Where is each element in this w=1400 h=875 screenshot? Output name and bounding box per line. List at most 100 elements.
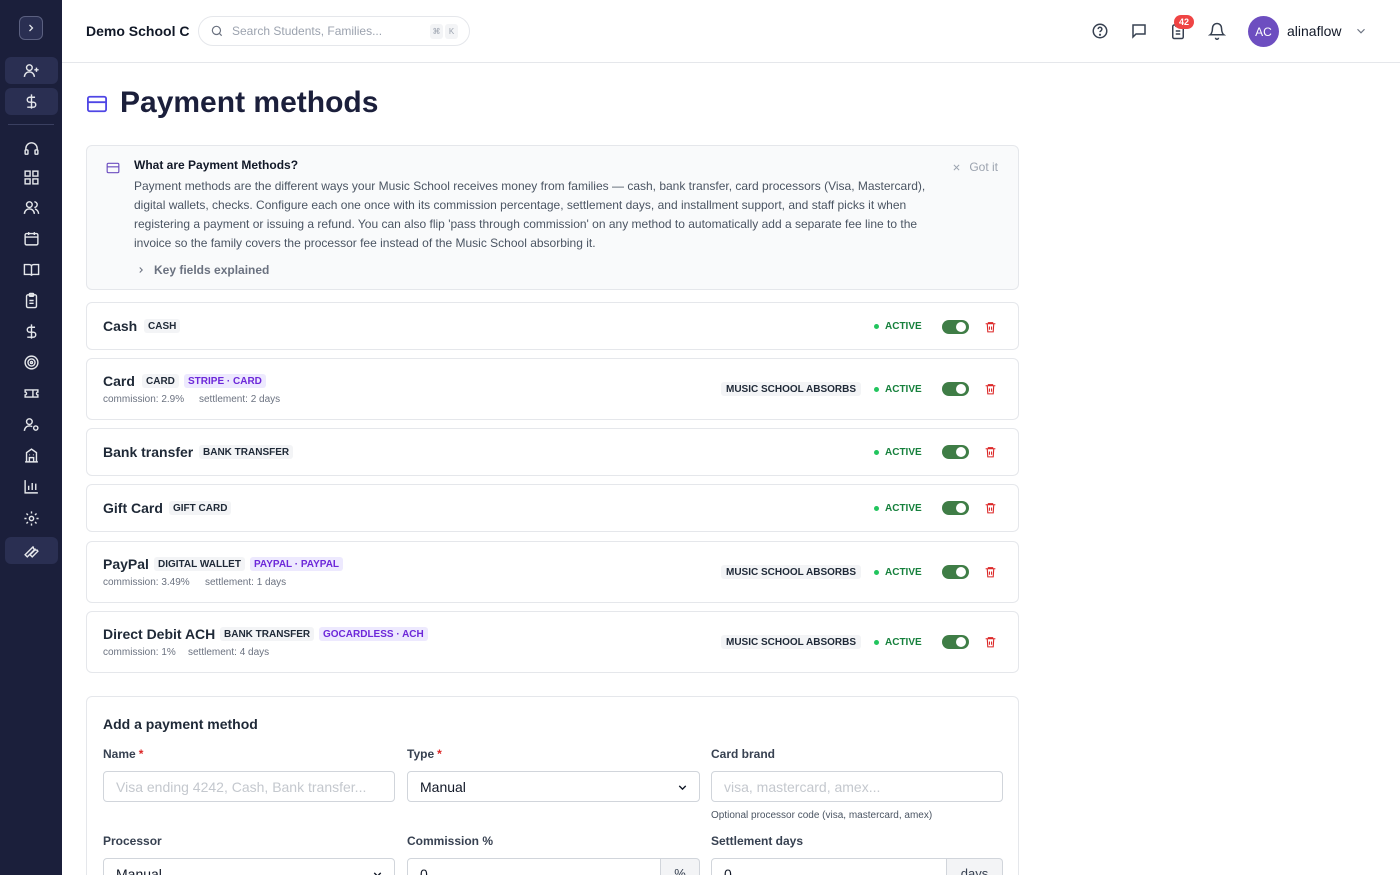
key-fields-label: Key fields explained	[154, 263, 270, 277]
name-label-text: Name	[103, 747, 136, 761]
search-box[interactable]: ⌘ K	[198, 16, 470, 46]
processor-label: Processor	[103, 834, 162, 848]
grid-icon	[24, 170, 39, 185]
top-header: Demo School C ⌘ K 42 AC alinaflow	[62, 0, 1400, 63]
settlement-suffix: days	[947, 858, 1003, 875]
sidebar-expand-button[interactable]	[19, 16, 43, 40]
type-tag: CASH	[144, 319, 181, 333]
school-name[interactable]: Demo School C	[86, 23, 189, 39]
sidebar-item-staff[interactable]	[5, 411, 58, 438]
settlement-label: Settlement days	[711, 834, 804, 848]
trash-icon[interactable]	[984, 635, 997, 649]
building-icon	[25, 448, 38, 463]
user-cog-icon	[23, 418, 39, 431]
sidebar-item-calendar[interactable]	[5, 225, 58, 252]
required-mark: *	[138, 747, 144, 761]
status-dot	[874, 387, 879, 392]
sidebar-item-students[interactable]	[5, 194, 58, 221]
bell-icon	[1208, 22, 1226, 40]
trash-icon[interactable]	[984, 382, 997, 396]
notifications-button[interactable]	[1207, 21, 1227, 41]
user-plus-icon	[23, 64, 39, 77]
dismiss-info-button[interactable]: Got it	[952, 160, 998, 174]
sidebar-item-tickets[interactable]	[5, 380, 58, 407]
required-mark: *	[437, 747, 442, 761]
type-label: Type *	[407, 747, 442, 761]
trash-icon[interactable]	[984, 565, 997, 579]
status-badge: ACTIVE	[874, 321, 922, 332]
status-dot	[874, 450, 879, 455]
settlement-text: settlement: 2 days	[199, 394, 281, 405]
target-icon	[24, 355, 39, 370]
status-badge: ACTIVE	[874, 567, 922, 578]
trash-icon[interactable]	[984, 445, 997, 459]
active-toggle[interactable]	[942, 565, 969, 579]
sidebar-item-add-student[interactable]	[5, 57, 58, 84]
close-icon	[953, 164, 960, 170]
method-name: Card	[103, 373, 135, 389]
kbd-cmd: ⌘	[430, 24, 443, 39]
commission-input[interactable]	[407, 858, 661, 875]
type-tag: CARD	[142, 374, 179, 388]
username[interactable]: alinaflow	[1287, 23, 1341, 39]
processor-tag: PAYPAL · PAYPAL	[250, 557, 344, 571]
settlement-days-input[interactable]	[711, 858, 947, 875]
avatar[interactable]: AC	[1248, 16, 1279, 47]
sidebar-item-tools[interactable]	[5, 537, 58, 564]
chevron-right-icon	[139, 267, 143, 273]
active-toggle[interactable]	[942, 445, 969, 459]
sidebar-item-goals[interactable]	[5, 349, 58, 376]
status-badge: ACTIVE	[874, 447, 922, 458]
sidebar-item-dashboard[interactable]	[5, 164, 58, 191]
processor-select[interactable]: Manual	[103, 858, 395, 875]
search-input[interactable]	[232, 24, 422, 38]
sidebar-item-reports[interactable]	[5, 473, 58, 500]
gear-icon	[24, 511, 39, 526]
type-select[interactable]: Manual	[407, 771, 700, 802]
active-toggle[interactable]	[942, 501, 969, 515]
sidebar-divider	[8, 124, 54, 125]
type-tag: GIFT CARD	[169, 501, 232, 515]
help-button[interactable]	[1090, 21, 1110, 41]
active-toggle[interactable]	[942, 635, 969, 649]
sidebar-item-attendance[interactable]	[5, 287, 58, 314]
trash-icon[interactable]	[984, 501, 997, 515]
absorbs-badge: MUSIC SCHOOL ABSORBS	[721, 382, 862, 396]
sidebar-item-billing[interactable]	[5, 318, 58, 345]
tasks-count-badge: 42	[1174, 15, 1194, 29]
info-title: What are Payment Methods?	[134, 158, 299, 172]
sidebar-item-settings[interactable]	[5, 505, 58, 532]
active-toggle[interactable]	[942, 320, 969, 334]
sidebar-item-support[interactable]	[5, 135, 58, 162]
type-tag: BANK TRANSFER	[199, 445, 294, 459]
chevron-right-icon	[29, 24, 34, 32]
type-tag: BANK TRANSFER	[220, 627, 315, 641]
sidebar-item-courses[interactable]	[5, 256, 58, 283]
status-badge: ACTIVE	[874, 384, 922, 395]
credit-card-icon	[106, 162, 120, 174]
status-label: ACTIVE	[885, 384, 922, 395]
type-tag: DIGITAL WALLET	[154, 557, 245, 571]
dollar-icon	[26, 94, 37, 109]
ticket-icon	[24, 389, 39, 398]
status-badge: ACTIVE	[874, 503, 922, 514]
sidebar-item-locations[interactable]	[5, 442, 58, 469]
status-label: ACTIVE	[885, 447, 922, 458]
chevron-down-icon[interactable]	[1354, 24, 1368, 38]
card-brand-input[interactable]	[711, 771, 1003, 802]
method-name: Gift Card	[103, 500, 163, 516]
name-input[interactable]	[103, 771, 395, 802]
sidebar-item-payments-quick[interactable]	[5, 88, 58, 115]
messages-button[interactable]	[1129, 21, 1149, 41]
trash-icon[interactable]	[984, 320, 997, 334]
add-payment-method-form: Add a payment method Name* Type* Manual …	[86, 696, 1019, 875]
absorbs-badge: MUSIC SCHOOL ABSORBS	[721, 565, 862, 579]
calendar-icon	[24, 232, 39, 246]
method-name: PayPal	[103, 556, 149, 572]
book-open-icon	[23, 263, 40, 277]
commission-text: commission: 3.49%	[103, 577, 190, 588]
card-brand-label: Card brand	[711, 747, 776, 761]
processor-tag: GOCARDLESS · ACH	[319, 627, 428, 641]
key-fields-toggle[interactable]: Key fields explained	[136, 263, 269, 277]
active-toggle[interactable]	[942, 382, 969, 396]
